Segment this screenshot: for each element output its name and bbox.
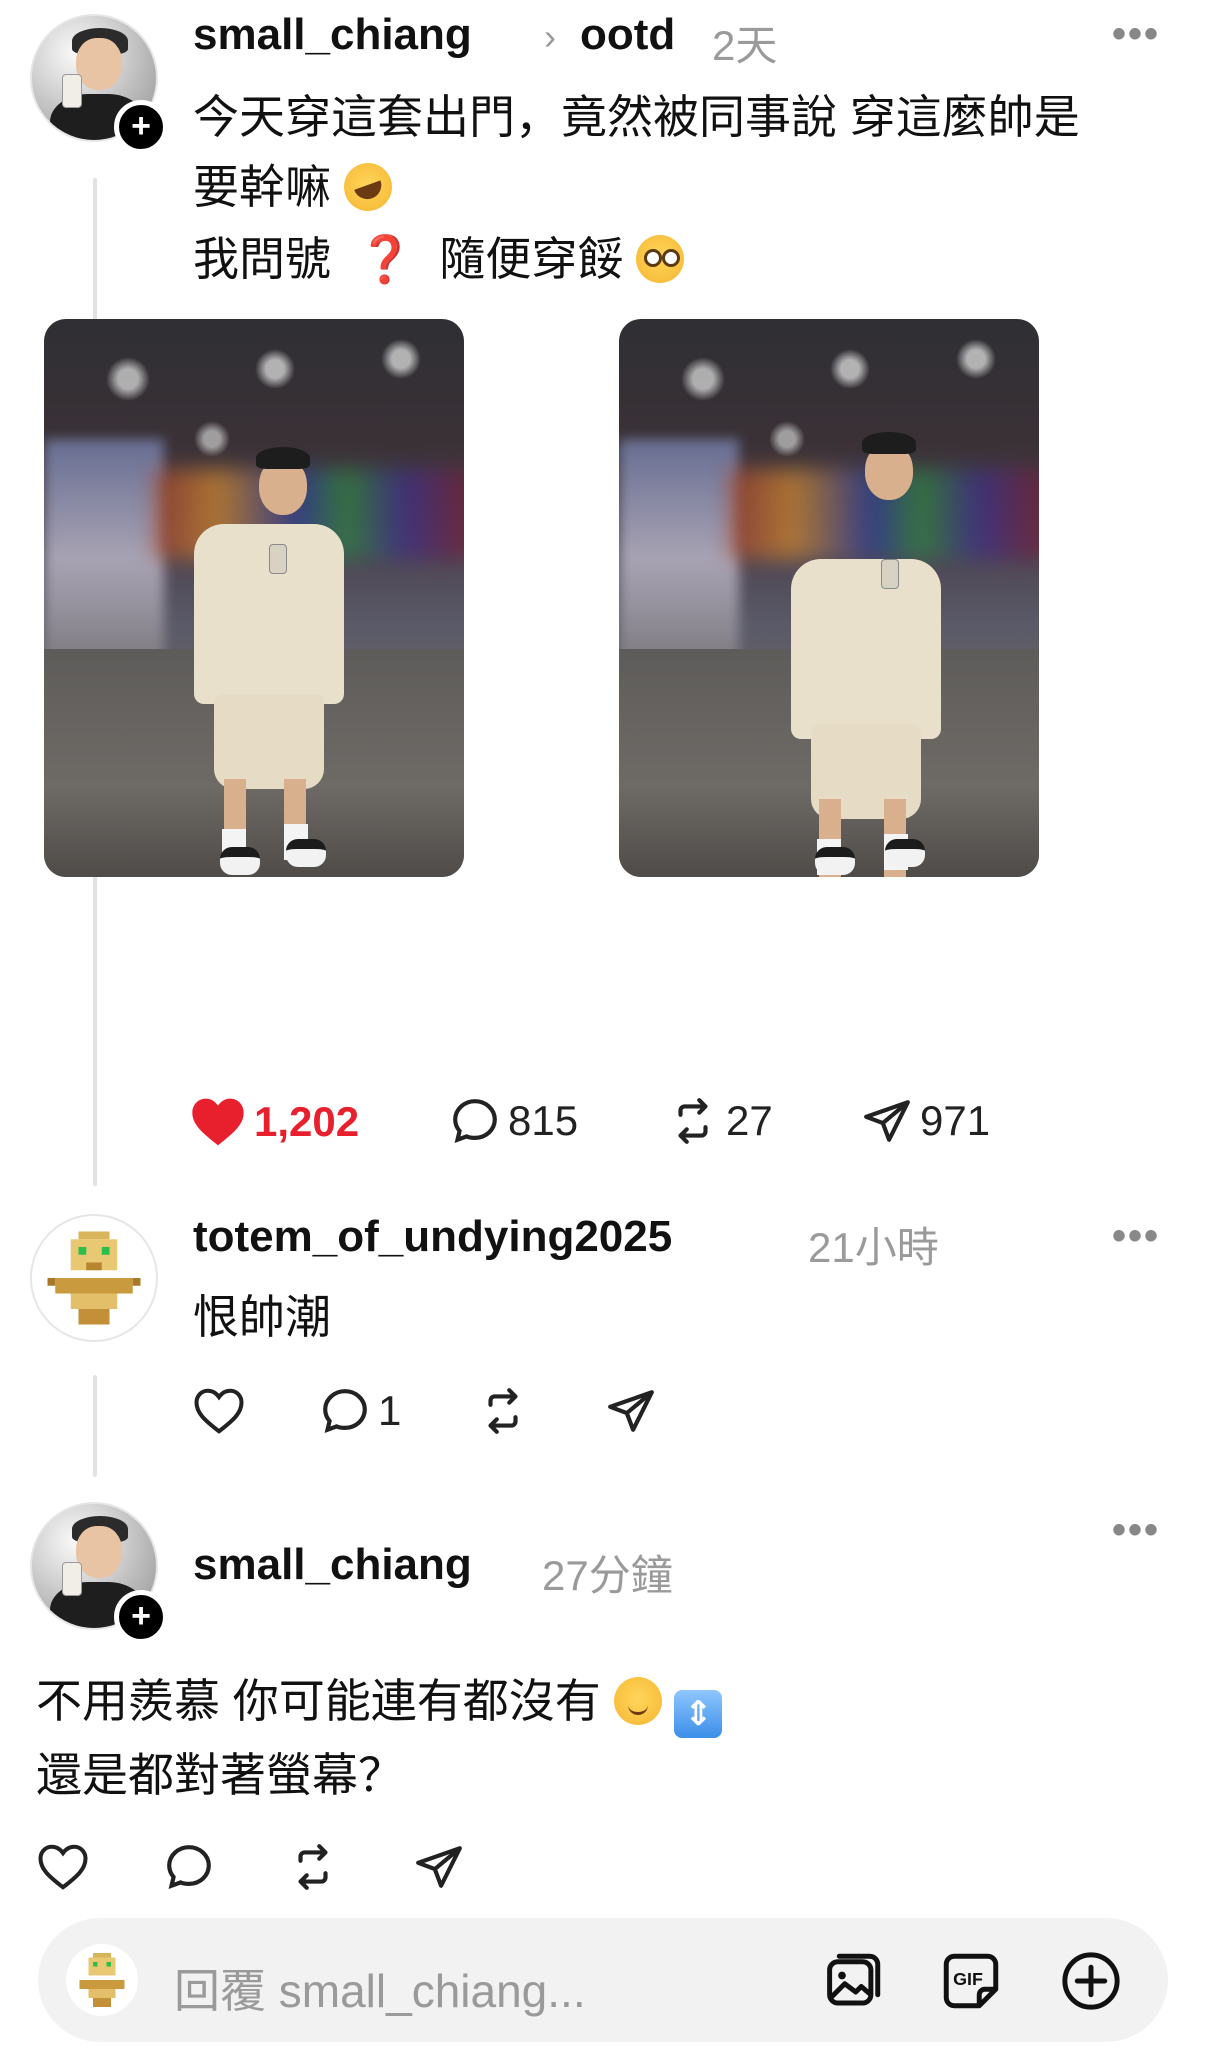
more-horizontal-icon[interactable]: ••• [1112,1214,1160,1259]
up-down-arrow-icon: ⇕ [674,1690,723,1738]
smile-emoji-icon [613,1677,662,1725]
post-photo[interactable] [619,319,1039,877]
chevron-right-icon: › [544,16,556,57]
repost-button[interactable] [478,1386,528,1436]
post-time: 2天 [712,22,778,69]
reply-text: 恨帥潮 [193,1291,331,1343]
post-text: 要幹嘛 [193,150,399,224]
follow-plus-icon[interactable]: + [114,100,168,154]
post-text: 我問號 ❓ 隨便穿餒 [193,222,685,296]
post-username[interactable]: small_chiang [193,10,472,60]
totem-icon [79,1953,125,2007]
reply-text: 不用羨慕 你可能連有都沒有 ⇕ [36,1664,723,1738]
reply-input[interactable]: 回覆 small_chiang... [174,1955,586,2021]
repost-button[interactable]: 27 [668,1096,773,1146]
comment-button[interactable]: 815 [450,1096,578,1146]
like-button[interactable] [192,1386,246,1436]
follow-plus-icon[interactable]: + [114,1590,168,1644]
repost-icon [678,1098,708,1144]
share-button[interactable] [414,1842,464,1892]
comment-count: 815 [508,1097,579,1144]
post-text-line2: 要幹嘛 [193,161,331,213]
reply-text: 還是都對著螢幕？ [36,1749,404,1801]
plus-circle-icon[interactable] [1058,1948,1124,2014]
thread-line [93,1375,97,1477]
photo-gallery-icon[interactable] [820,1948,886,2014]
rofl-emoji-icon [337,156,399,218]
like-count: 1,202 [254,1098,360,1145]
post-text: 今天穿這套出門，竟然被同事說 穿這麼帥是 [193,80,1080,154]
comment-bubble-icon [323,1389,367,1434]
heart-icon [192,1098,244,1146]
repost-button[interactable] [288,1842,338,1892]
post-text-line3b: 隨便穿餒 [439,233,624,285]
reply-username[interactable]: totem_of_undying2025 [193,1212,672,1262]
post-text-line1: 今天穿這套出門，竟然被同事說 穿這麼帥是 [193,91,1080,143]
heart-icon [194,1388,244,1434]
share-button[interactable]: 971 [862,1096,990,1146]
repost-icon [488,1388,518,1434]
flushed-emoji-icon [636,235,685,283]
comment-button[interactable] [164,1842,214,1892]
gif-icon[interactable]: GIF [938,1948,1004,2014]
like-button[interactable] [36,1842,90,1892]
totem-icon [47,1231,141,1325]
community-tag[interactable]: ootd [580,10,675,60]
share-count: 971 [920,1097,991,1144]
post-text-line3a: 我問號 [193,233,331,285]
heart-icon [38,1844,88,1890]
more-horizontal-icon[interactable]: ••• [1112,12,1160,57]
avatar [66,1944,138,2016]
comment-bubble-icon [453,1099,497,1144]
reply-time: 27分鐘 [542,1552,673,1599]
reply-username[interactable]: small_chiang [193,1540,472,1590]
reply-text-line1: 不用羨慕 你可能連有都沒有 [36,1675,601,1727]
send-icon [608,1390,654,1432]
svg-text:GIF: GIF [953,1969,983,1989]
comment-count: 1 [378,1387,402,1434]
like-button[interactable]: 1,202 [190,1096,359,1148]
avatar[interactable] [30,1214,158,1342]
reply-time: 21小時 [808,1224,939,1271]
comment-bubble-icon [167,1845,211,1890]
post-photo[interactable] [44,319,464,877]
reply-bar[interactable]: 回覆 small_chiang... GIF [38,1918,1168,2042]
repost-icon [298,1844,328,1890]
send-icon [864,1100,910,1142]
comment-button[interactable]: 1 [320,1386,401,1436]
share-button[interactable] [606,1386,656,1436]
send-icon [416,1846,462,1888]
more-horizontal-icon[interactable]: ••• [1112,1508,1160,1553]
question-mark-icon: ❓ [343,233,427,285]
repost-count: 27 [726,1097,773,1144]
